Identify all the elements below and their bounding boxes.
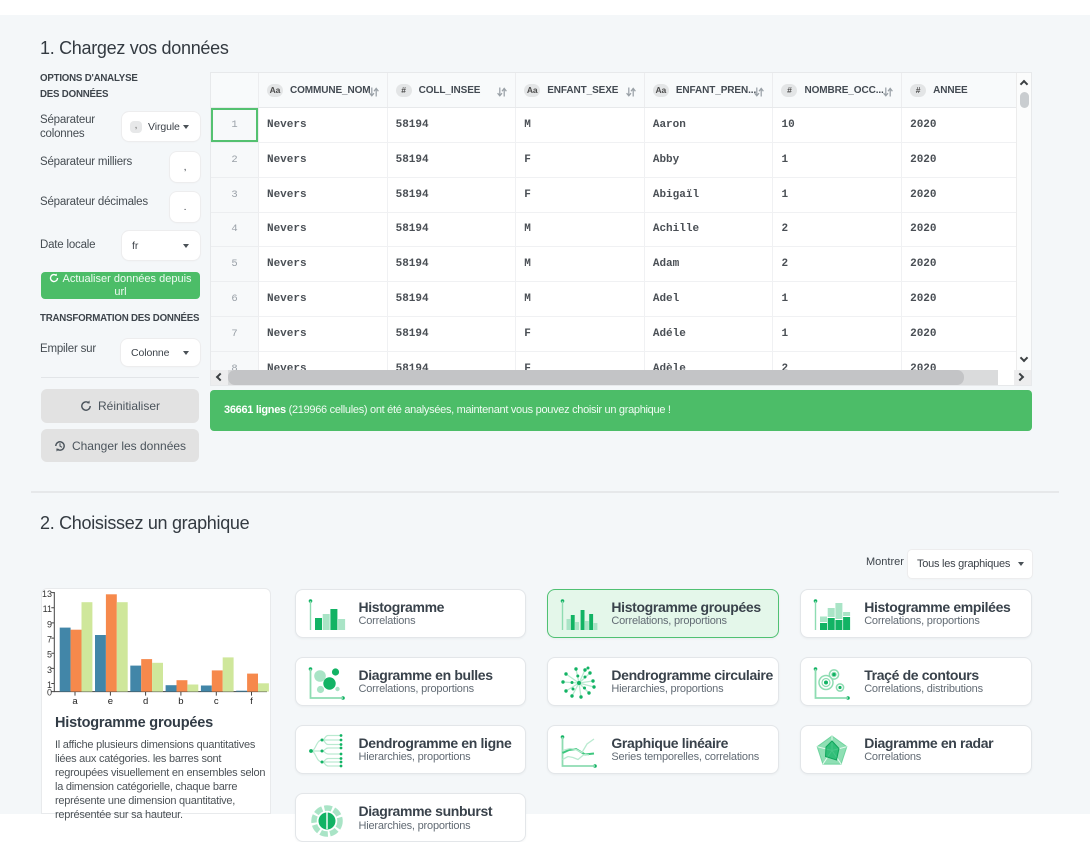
svg-text:f: f <box>250 696 253 707</box>
svg-text:d: d <box>143 696 148 707</box>
svg-text:11: 11 <box>43 604 52 614</box>
svg-text:3: 3 <box>47 665 52 675</box>
svg-text:1: 1 <box>47 680 52 690</box>
svg-text:5: 5 <box>47 650 52 660</box>
svg-text:9: 9 <box>47 619 52 629</box>
svg-text:a: a <box>72 696 78 707</box>
svg-text:13: 13 <box>42 589 52 599</box>
svg-text:7: 7 <box>47 635 52 645</box>
svg-text:c: c <box>214 696 219 707</box>
svg-text:e: e <box>108 696 113 707</box>
svg-text:b: b <box>178 696 183 707</box>
